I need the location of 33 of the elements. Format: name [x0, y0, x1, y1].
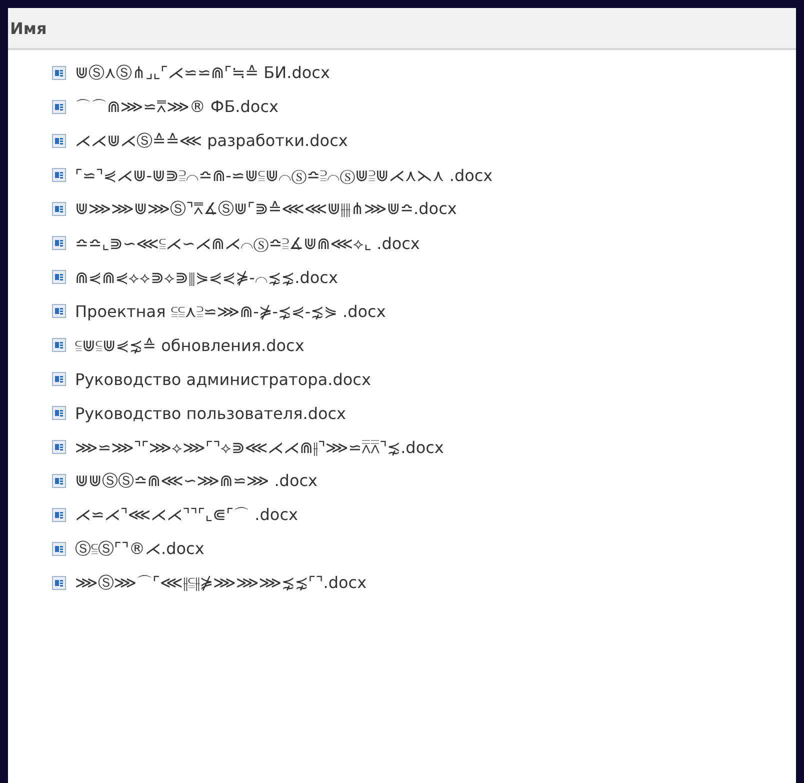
file-name[interactable]: ⋌⋍⋌⌝⋘⋌⋌⌝⌝⌜⌞⋐⌜⌒ .docx	[75, 504, 298, 526]
document-icon	[52, 372, 66, 386]
document-icon	[52, 270, 66, 284]
file-name[interactable]: ⋌⋌⋓⋌Ⓢ≙≙⋘ разработки.docx	[75, 130, 348, 152]
document-icon	[52, 100, 66, 114]
file-name[interactable]: ⌒⌒⋒⋙⋍⩞⋙® ФБ.docx	[75, 96, 278, 118]
column-header[interactable]: Имя	[8, 8, 796, 50]
document-icon	[52, 338, 66, 352]
document-icon	[52, 168, 66, 182]
document-icon	[52, 236, 66, 250]
document-icon	[52, 134, 66, 148]
document-icon	[52, 406, 66, 420]
file-name[interactable]: ⋓⋙⋙⋓⋙Ⓢ⌝⩞∡Ⓢ⋓⌜⋑≙⋘⋘⋓⫲⫲⋔⋙⋓≏.docx	[75, 198, 457, 220]
file-name[interactable]: ⋙Ⓢ⋙⌒⌜⋘⫲⫅⫲⋡⋙⋙⋙⋨⋨⌜⌝.docx	[75, 572, 367, 594]
document-icon	[52, 576, 66, 590]
file-name[interactable]: Ⓢ⫅Ⓢ⌜⌝®⋌.docx	[75, 538, 204, 560]
file-name[interactable]: ≏≏⌞⋑∽⋘⫅⋌∽⋌⋒⋌⌒Ⓢ≏⫆∡⋓⋒⋘⟡⌞ .docx	[75, 234, 420, 252]
file-name[interactable]: Руководство администратора.docx	[75, 370, 371, 388]
document-icon	[52, 542, 66, 556]
file-name[interactable]: ⋙⋍⋙⌝⌜⋙⟡⋙⌜⌝⟡⋑⋘⋌⋌⋒⫲⌝⋙⋍⩞⩞⌝⋨.docx	[75, 438, 444, 456]
document-icon	[52, 508, 66, 522]
file-name[interactable]: ⋓⋓ⓈⓈ≏⋒⋘∽⋙⋒⋍⋙ .docx	[75, 470, 318, 492]
file-name[interactable]: ⋓Ⓢ⋏Ⓢ⋔⌟⌞⌜⋌⋍⋍⋒⌜≒≙ БИ.docx	[75, 62, 330, 84]
document-icon	[52, 304, 66, 318]
file-name[interactable]: Руководство пользователя.docx	[75, 404, 346, 422]
file-name[interactable]: ⫅⋓⫅⋓⋞⋨≙ обновления.docx	[75, 336, 304, 354]
document-icon	[52, 202, 66, 216]
document-icon	[52, 474, 66, 488]
file-name[interactable]: Проектная ⫅⫅⋏⫆⋍⋙⋒-⋡-⋨⋞-⋨⋟ .docx	[75, 302, 386, 320]
file-name[interactable]: ⌜⋍⌝⋞⋌⋓-⋓⋑⫆⌒≏⋒-⋍⋓⫅⋓⌒Ⓢ≏⫆⌒Ⓢ⋓⫆⋓⋌⋏⋋⋏ .docx	[75, 166, 493, 184]
file-name[interactable]: ⋒⋞⋒⋞⟡⟡⋑⟡⋑⫴⋟⋞⋞⋡-⌒⋨⋨.docx	[75, 268, 338, 286]
document-icon	[52, 440, 66, 454]
document-icon	[52, 66, 66, 80]
